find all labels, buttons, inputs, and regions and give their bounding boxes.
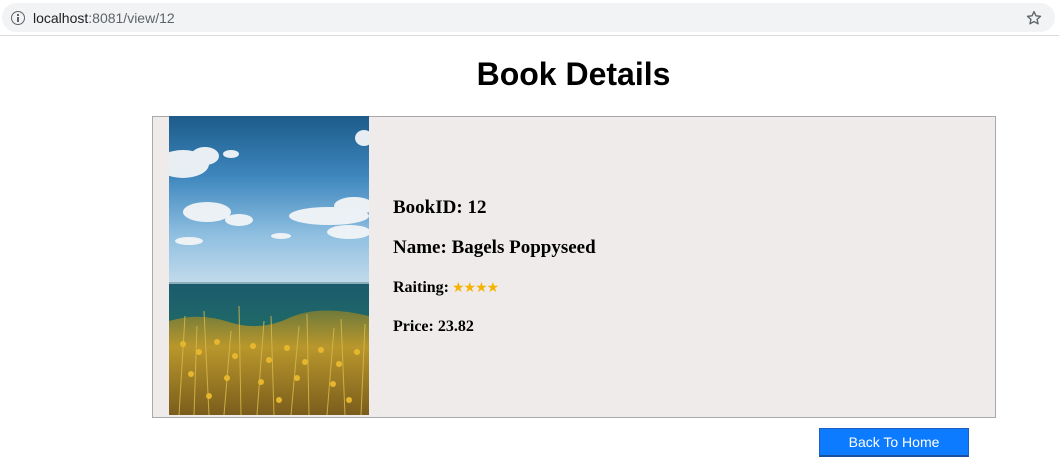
back-to-home-button[interactable]: Back To Home: [819, 428, 969, 457]
book-id-value: 12: [467, 197, 487, 218]
page-title: Book Details: [476, 56, 671, 92]
url-path: :8081/view/12: [88, 10, 175, 26]
book-cover-image: [169, 116, 369, 415]
star-icon[interactable]: [1025, 9, 1043, 27]
book-price: Price: 23.82: [393, 318, 474, 336]
info-icon[interactable]: [11, 11, 25, 25]
browser-toolbar: localhost:8081/view/12: [0, 0, 1059, 36]
book-name: Name: Bagels Poppyseed: [393, 237, 596, 259]
book-rating: Raiting: ★★★★: [393, 279, 499, 297]
rating-stars-icon: ★★★★: [452, 280, 499, 296]
book-card: BookID: 12 Name: Bagels Poppyseed Raitin…: [152, 116, 996, 418]
url-host: localhost: [33, 10, 89, 26]
book-price-value: 23.82: [437, 318, 474, 335]
url-text[interactable]: localhost:8081/view/12: [33, 10, 175, 26]
address-bar[interactable]: localhost:8081/view/12: [2, 3, 1055, 32]
book-price-label: Price:: [393, 318, 434, 335]
book-name-value: Bagels Poppyseed: [451, 237, 596, 258]
book-rating-label: Raiting:: [393, 279, 449, 296]
book-id-label: BookID:: [393, 197, 463, 218]
book-id: BookID: 12: [393, 197, 486, 219]
book-name-label: Name:: [393, 237, 447, 258]
